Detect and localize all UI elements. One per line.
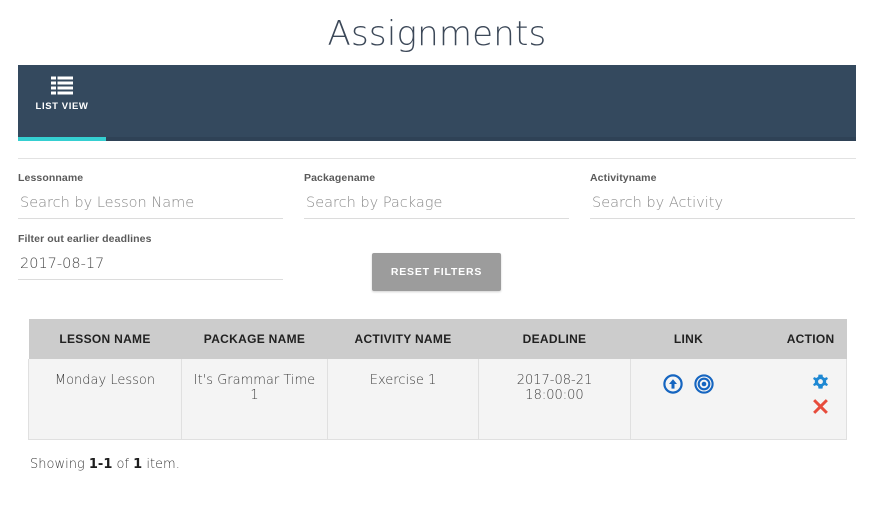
- pagination-summary: Showing 1-1 of 1 item.: [30, 457, 874, 472]
- column-header-link: LINK: [630, 318, 747, 359]
- table-header-row: LESSON NAME PACKAGE NAME ACTIVITY NAME D…: [28, 318, 847, 359]
- showing-suffix: item.: [142, 456, 180, 472]
- gear-icon[interactable]: [811, 374, 830, 393]
- view-tab-bar: LIST VIEW: [18, 64, 856, 137]
- cell-lesson-name: Monday Lesson: [28, 358, 182, 440]
- bullseye-target-icon[interactable]: [694, 374, 714, 394]
- column-header-action: ACTION: [746, 318, 847, 359]
- page-title: Assignments: [327, 14, 547, 54]
- column-header-package-name[interactable]: PACKAGE NAME: [181, 318, 328, 359]
- package-name-label: Packagename: [304, 171, 376, 184]
- cell-activity-name: Exercise 1: [327, 358, 479, 440]
- assignments-table-wrap: LESSON NAME PACKAGE NAME ACTIVITY NAME D…: [28, 318, 847, 440]
- package-name-field-group: Packagename: [304, 159, 569, 219]
- column-header-deadline[interactable]: DEADLINE: [478, 318, 631, 359]
- close-x-icon[interactable]: [811, 397, 830, 416]
- showing-total: 1: [133, 456, 143, 472]
- filter-panel: Lessonname Packagename Activityname: [0, 159, 874, 219]
- showing-prefix: Showing: [30, 456, 89, 472]
- column-header-activity-name[interactable]: ACTIVITY NAME: [327, 318, 479, 359]
- deadline-filter-input[interactable]: [18, 255, 283, 280]
- reset-filters-wrap: RESET FILTERS: [304, 233, 569, 291]
- cell-package-name: It's Grammar Time 1: [181, 358, 328, 440]
- cell-action: [746, 358, 847, 440]
- filter-spacer: [590, 233, 855, 291]
- tab-list-view[interactable]: LIST VIEW: [18, 65, 106, 112]
- showing-of: of: [112, 456, 134, 472]
- list-view-icon: [51, 76, 73, 95]
- assignments-table: LESSON NAME PACKAGE NAME ACTIVITY NAME D…: [28, 318, 847, 440]
- lesson-name-input[interactable]: [18, 194, 283, 219]
- tab-list-view-label: LIST VIEW: [35, 100, 89, 112]
- activity-name-input[interactable]: [590, 194, 855, 219]
- showing-range: 1-1: [88, 456, 113, 472]
- activity-name-label: Activityname: [590, 171, 657, 184]
- tab-active-indicator: [18, 136, 106, 141]
- deadline-filter-label: Filter out earlier deadlines: [18, 232, 152, 245]
- cell-deadline: 2017-08-21 18:00:00: [478, 358, 631, 440]
- activity-name-field-group: Activityname: [590, 159, 855, 219]
- table-row: Monday Lesson It's Grammar Time 1 Exerci…: [28, 358, 847, 440]
- reset-filters-button[interactable]: RESET FILTERS: [371, 252, 502, 291]
- lesson-name-field-group: Lessonname: [18, 159, 283, 219]
- lesson-name-label: Lessonname: [18, 171, 84, 184]
- filter-panel-row-2: Filter out earlier deadlines RESET FILTE…: [0, 233, 874, 291]
- cell-link: [630, 358, 747, 440]
- deadline-field-group: Filter out earlier deadlines: [18, 233, 283, 291]
- arrow-up-circle-icon[interactable]: [663, 374, 683, 394]
- column-header-lesson-name[interactable]: LESSON NAME: [28, 318, 182, 359]
- tab-underline-track: [18, 136, 856, 141]
- package-name-input[interactable]: [304, 194, 569, 219]
